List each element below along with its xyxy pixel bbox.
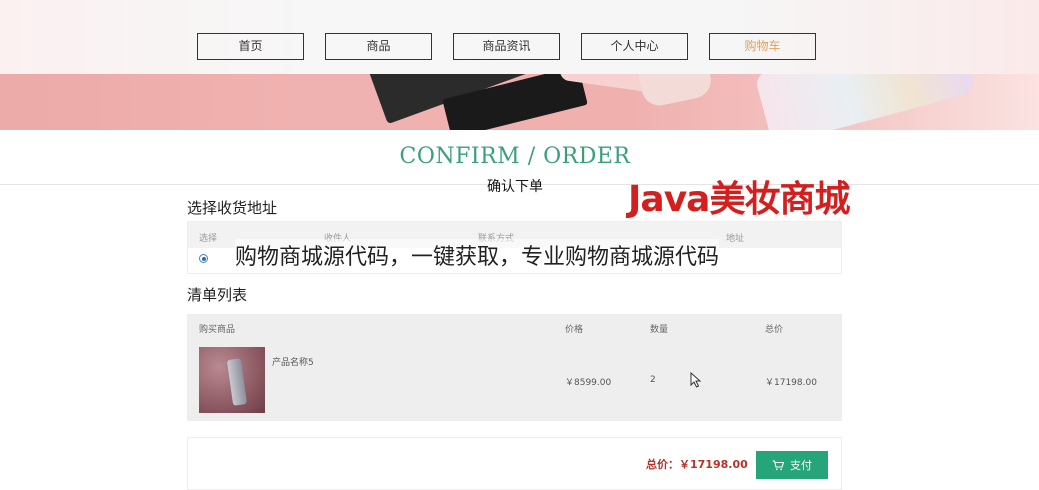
product-bottle-image [226, 358, 248, 406]
main-nav: 首页 商品 商品资讯 个人中心 购物车 [197, 33, 816, 60]
order-list-heading: 清单列表 [187, 286, 248, 304]
address-col-select: 选择 [199, 234, 218, 244]
promo-overlay-text: 购物商城源代码，一键获取，专业购物商城源代码 [235, 239, 720, 271]
nav-user-center[interactable]: 个人中心 [581, 33, 688, 60]
nav-news[interactable]: 商品资讯 [453, 33, 560, 60]
top-navigation-bar: 首页 商品 商品资讯 个人中心 购物车 [0, 0, 1039, 74]
nav-products[interactable]: 商品 [325, 33, 432, 60]
brand-watermark: Java美妆商城 [628, 179, 850, 220]
address-radio[interactable] [199, 254, 208, 263]
order-summary: 总价：￥17198.00 支付 [187, 437, 842, 490]
banner-bottle [754, 74, 976, 130]
address-section-heading: 选择收货地址 [187, 199, 278, 217]
nav-cart[interactable]: 购物车 [709, 33, 816, 60]
product-total: ￥17198.00 [765, 378, 817, 388]
product-thumbnail[interactable] [199, 347, 265, 413]
total-price-label: 总价：￥17198.00 [646, 458, 748, 471]
nav-home[interactable]: 首页 [197, 33, 304, 60]
product-name[interactable]: 产品名称5 [272, 355, 314, 368]
col-total: 总价 [765, 325, 784, 335]
banner-bottle-cap [635, 74, 715, 109]
product-quantity: 2 [650, 375, 656, 385]
page-title-cn: 确认下单 [487, 179, 543, 195]
mouse-cursor-icon [690, 372, 702, 388]
col-product: 购买商品 [199, 325, 236, 335]
pay-button[interactable]: 支付 [756, 451, 828, 479]
product-price: ￥8599.00 [565, 378, 612, 388]
col-price: 价格 [565, 325, 584, 335]
pay-button-label: 支付 [790, 460, 812, 472]
order-list-table: 购买商品 价格 数量 总价 产品名称5 ￥8599.00 2 ￥17198.00 [187, 314, 842, 421]
cart-icon [772, 459, 784, 470]
address-col-address: 地址 [726, 234, 745, 244]
banner-image [0, 74, 1039, 130]
page-title-en: CONFIRM / ORDER [399, 144, 631, 169]
col-quantity: 数量 [650, 325, 669, 335]
